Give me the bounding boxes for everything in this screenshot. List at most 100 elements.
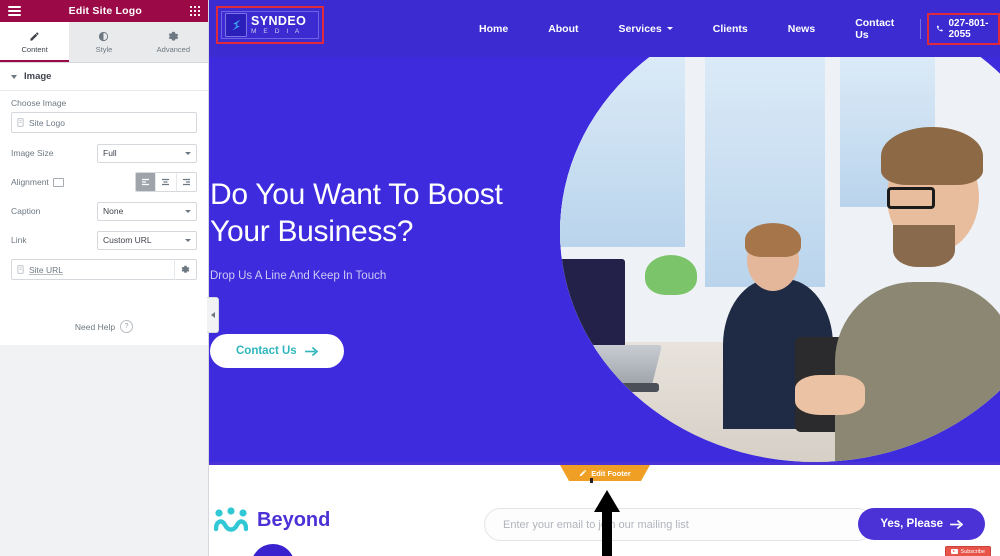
alignment-row: Alignment	[11, 172, 197, 192]
tab-style-label: Style	[95, 44, 113, 54]
panel-header: Edit Site Logo	[0, 0, 208, 22]
youtube-subscribe-label: Subscribe	[960, 548, 985, 555]
image-size-row: Image Size Full	[11, 143, 197, 163]
dynamic-tag-icon	[17, 265, 24, 274]
nav-item-about[interactable]: About	[528, 23, 598, 35]
desktop-icon[interactable]	[52, 177, 64, 187]
link-row: Link Custom URL	[11, 230, 197, 250]
caption-label: Caption	[11, 206, 41, 216]
image-section-title: Image	[24, 71, 52, 82]
align-left-button[interactable]	[136, 173, 157, 191]
nav-item-services[interactable]: Services	[599, 23, 693, 35]
image-size-select[interactable]: Full	[97, 143, 197, 163]
nav-item-news[interactable]: News	[768, 23, 835, 35]
choose-image-label: Choose Image	[11, 98, 67, 108]
align-left-icon	[142, 178, 150, 186]
alignment-group	[135, 172, 197, 192]
align-right-icon	[182, 178, 190, 186]
caption-select[interactable]: None	[97, 201, 197, 221]
header-phone-number: 027-801-2055	[948, 17, 989, 40]
nav-item-clients[interactable]: Clients	[693, 23, 768, 35]
hero-heading-line1: Do You Want To Boost	[210, 178, 503, 211]
align-right-button[interactable]	[176, 173, 196, 191]
nav-item-home[interactable]: Home	[459, 23, 528, 35]
pencil-icon	[580, 470, 587, 476]
gear-icon	[181, 265, 190, 273]
choose-image-value: Site Logo	[29, 117, 65, 128]
hamburger-icon[interactable]	[8, 6, 21, 16]
tab-advanced[interactable]: Advanced	[139, 22, 208, 62]
edit-footer-badge[interactable]: Edit Footer	[560, 465, 650, 481]
need-help[interactable]: Need Help ?	[11, 320, 197, 333]
link-url-field[interactable]: Site URL	[11, 259, 197, 280]
footer-brand[interactable]: Beyond	[214, 507, 330, 533]
logo-glyph-icon	[232, 19, 240, 30]
mouse-cursor	[590, 478, 593, 483]
caption-value: None	[103, 206, 124, 216]
alignment-label: Alignment	[11, 177, 49, 187]
hero-cta-label: Contact Us	[236, 345, 297, 358]
youtube-icon	[950, 549, 958, 554]
tab-style[interactable]: Style	[69, 22, 138, 62]
link-url-value: Site URL	[29, 264, 64, 275]
newsletter-submit-label: Yes, Please	[880, 518, 943, 530]
nav-item-contact-us[interactable]: Contact Us	[835, 17, 914, 41]
hero-heading-line2: Your Business?	[210, 214, 414, 248]
link-options-button[interactable]	[174, 259, 196, 280]
link-label: Link	[11, 235, 27, 245]
need-help-label: Need Help	[74, 321, 116, 332]
grid-icon[interactable]	[189, 5, 200, 17]
logo-name: SYNDEO	[251, 13, 307, 28]
newsletter-email-input[interactable]: Enter your email to join our mailing lis…	[484, 508, 874, 541]
align-center-button[interactable]	[156, 173, 177, 191]
hero-heading: Do You Want To Boost Your Business?	[210, 177, 630, 250]
chevron-down-icon	[185, 209, 191, 213]
image-controls: Choose Image Site Logo Image Size Full A…	[0, 91, 208, 345]
main-navigation: Home About Services Clients News Contact…	[459, 0, 1000, 57]
panel-title: Edit Site Logo	[68, 5, 143, 17]
image-section-header[interactable]: Image	[0, 63, 208, 91]
header-phone[interactable]: 027-801-2055	[926, 12, 1000, 45]
chevron-down-icon	[185, 238, 191, 242]
chevron-down-icon	[666, 27, 673, 30]
phone-icon	[936, 25, 943, 32]
chevron-down-icon	[185, 151, 191, 155]
elementor-editor-screen: Edit Site Logo Content Style Advanced Im…	[0, 0, 1000, 556]
site-logo: SYNDEO M E D I A	[221, 11, 319, 39]
edit-footer-label: Edit Footer	[591, 468, 631, 478]
link-value: Custom URL	[103, 235, 152, 245]
image-size-value: Full	[103, 148, 117, 158]
beyond-logo-icon	[214, 507, 248, 532]
info-icon: ?	[120, 320, 134, 333]
choose-image-field[interactable]: Site Logo	[11, 112, 197, 133]
site-logo-widget[interactable]: SYNDEO M E D I A	[216, 6, 324, 44]
contrast-icon	[99, 31, 109, 41]
tab-content-label: Content	[21, 44, 48, 54]
syndeo-mark-icon	[225, 13, 247, 37]
chevron-left-icon	[210, 312, 215, 318]
chevron-down-icon	[11, 74, 17, 79]
elementor-panel: Edit Site Logo Content Style Advanced Im…	[0, 0, 209, 556]
newsletter-submit-button[interactable]: Yes, Please	[858, 508, 985, 540]
hero-copy: Do You Want To Boost Your Business? Drop…	[209, 57, 630, 369]
image-size-label: Image Size	[11, 148, 54, 158]
gear-icon	[168, 31, 179, 41]
site-header: SYNDEO M E D I A Home About Services Cli…	[209, 0, 1000, 57]
site-preview-canvas: SYNDEO M E D I A Home About Services Cli…	[209, 0, 1000, 556]
hero-subtitle: Drop Us A Line And Keep In Touch	[210, 270, 387, 283]
tab-advanced-label: Advanced	[156, 44, 190, 54]
tab-content[interactable]: Content	[0, 22, 70, 62]
annotation-arrow	[594, 490, 620, 556]
link-select[interactable]: Custom URL	[97, 230, 197, 250]
hero-section: Do You Want To Boost Your Business? Drop…	[209, 57, 1000, 462]
hero-cta-button[interactable]: Contact Us	[210, 334, 344, 369]
footer-brand-name: Beyond	[257, 508, 331, 531]
panel-collapse-handle[interactable]	[207, 297, 219, 333]
arrow-right-icon	[304, 346, 318, 356]
caption-row: Caption None	[11, 201, 197, 221]
logo-tagline: M E D I A	[251, 28, 302, 35]
nav-divider	[920, 18, 921, 39]
align-center-icon	[162, 178, 170, 186]
footer-decorative-circle	[251, 544, 295, 556]
youtube-subscribe-badge[interactable]: Subscribe	[944, 546, 991, 556]
